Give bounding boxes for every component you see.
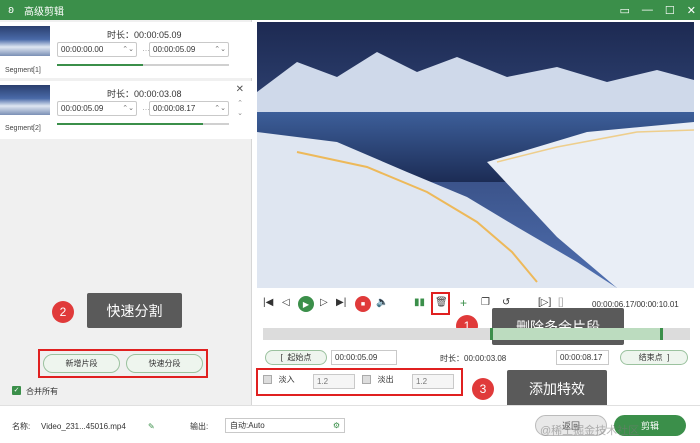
merge-all-label: 合并所有: [26, 387, 58, 396]
video-frame-image: [257, 22, 694, 288]
segment-duration: 时长：00:00:03.08: [107, 89, 182, 99]
segment-end-input[interactable]: 00:00:08.17 ⌃⌄: [149, 101, 229, 116]
copy-icon[interactable]: ❐: [481, 297, 490, 308]
rabbit-logo-icon: ʚ: [8, 4, 14, 16]
fade-out-input[interactable]: 1.2: [412, 374, 454, 389]
reset-icon[interactable]: ↺: [502, 297, 510, 308]
segment-panel: Segment[1] 时长：00:00:05.09 00:00:00.00 ⌃⌄ …: [0, 20, 252, 405]
skip-start-icon[interactable]: |◀: [263, 297, 273, 308]
segment-progress: [57, 64, 229, 66]
fade-out-option[interactable]: 淡出: [362, 374, 394, 385]
add-segment-button[interactable]: 新增片段: [43, 354, 120, 373]
name-label: 名称:: [12, 422, 31, 431]
merge-all-checkbox[interactable]: ✓: [12, 386, 21, 395]
play-button[interactable]: ▶: [298, 296, 314, 312]
window-title: 高级剪辑: [24, 6, 64, 18]
fade-in-checkbox[interactable]: [263, 375, 272, 384]
minimize-icon[interactable]: —: [642, 4, 653, 16]
add-icon[interactable]: +: [460, 296, 467, 310]
edit-name-icon[interactable]: ✎: [148, 419, 155, 434]
trash-icon[interactable]: 🗑: [435, 297, 448, 308]
segment-label: Segment[1]: [5, 67, 41, 74]
segment-start-input[interactable]: 00:00:05.09 ⌃⌄: [57, 101, 137, 116]
move-down-icon[interactable]: ⌄: [237, 109, 243, 117]
end-time-input[interactable]: 00:00:08.17: [556, 350, 609, 365]
quick-split-button[interactable]: 快速分段: [126, 354, 203, 373]
skip-end-icon[interactable]: ▶|: [336, 297, 346, 308]
split-icon[interactable]: ▮▮: [414, 297, 425, 308]
segment-label: Segment[2]: [5, 125, 41, 132]
video-preview[interactable]: [257, 22, 694, 288]
title-bar: ʚ 高级剪辑 ▭ — ☐ ✕: [0, 0, 700, 20]
file-name: Video_231...45016.mp4: [41, 422, 126, 431]
watermark: @稀土掘金技术社区: [540, 425, 640, 437]
start-time-input[interactable]: 00:00:05.09: [331, 350, 397, 365]
set-end-button[interactable]: 结束点 ]: [620, 350, 688, 365]
step-back-icon[interactable]: ◁: [282, 297, 290, 308]
duration-label: 时长：00:00:03.08: [440, 354, 507, 363]
stop-button[interactable]: ■: [355, 296, 371, 312]
output-select[interactable]: 自动:Auto ⚙: [225, 418, 345, 433]
timeline-track[interactable]: [263, 328, 690, 340]
bottom-bar: 名称: Video_231...45016.mp4 ✎ 输出: 自动:Auto ⚙…: [0, 405, 700, 443]
step-forward-icon[interactable]: ▷: [320, 297, 328, 308]
fade-in-input[interactable]: 1.2: [313, 374, 355, 389]
fade-in-option[interactable]: 淡入: [263, 374, 295, 385]
annotation-label-2: 快速分割: [87, 293, 182, 328]
move-up-icon[interactable]: ⌃: [237, 99, 243, 107]
mark-out-icon[interactable]: []: [558, 297, 564, 308]
annotation-label-3: 添加特效: [507, 370, 607, 407]
volume-icon[interactable]: 🔈: [376, 297, 388, 308]
maximize-icon[interactable]: ☐: [665, 4, 675, 17]
timeline-selection[interactable]: [490, 328, 663, 340]
settings-gear-icon[interactable]: ⚙: [333, 419, 340, 432]
annotation-number-2: 2: [52, 301, 74, 323]
segment-item-1[interactable]: Segment[1] 时长：00:00:05.09 00:00:00.00 ⌃⌄ …: [0, 22, 252, 78]
annotation-number-3: 3: [472, 378, 494, 400]
mark-in-icon[interactable]: [▷]: [538, 297, 551, 308]
segment-progress: [57, 123, 229, 125]
close-icon[interactable]: ✕: [687, 4, 696, 17]
restore-icon[interactable]: ▭: [620, 4, 630, 17]
segment-thumbnail[interactable]: [0, 26, 50, 56]
set-start-button[interactable]: [ 起始点: [265, 350, 327, 365]
segment-end-input[interactable]: 00:00:05.09 ⌃⌄: [149, 42, 229, 57]
segment-item-2[interactable]: Segment[2] 时长：00:00:03.08 00:00:05.09 ⌃⌄ …: [0, 81, 252, 139]
segment-thumbnail[interactable]: [0, 85, 50, 115]
fade-out-checkbox[interactable]: [362, 375, 371, 384]
segment-duration: 时长：00:00:05.09: [107, 30, 182, 40]
segment-start-input[interactable]: 00:00:00.00 ⌃⌄: [57, 42, 137, 57]
delete-segment-icon[interactable]: ✕: [236, 84, 244, 95]
output-label: 输出:: [190, 422, 209, 431]
